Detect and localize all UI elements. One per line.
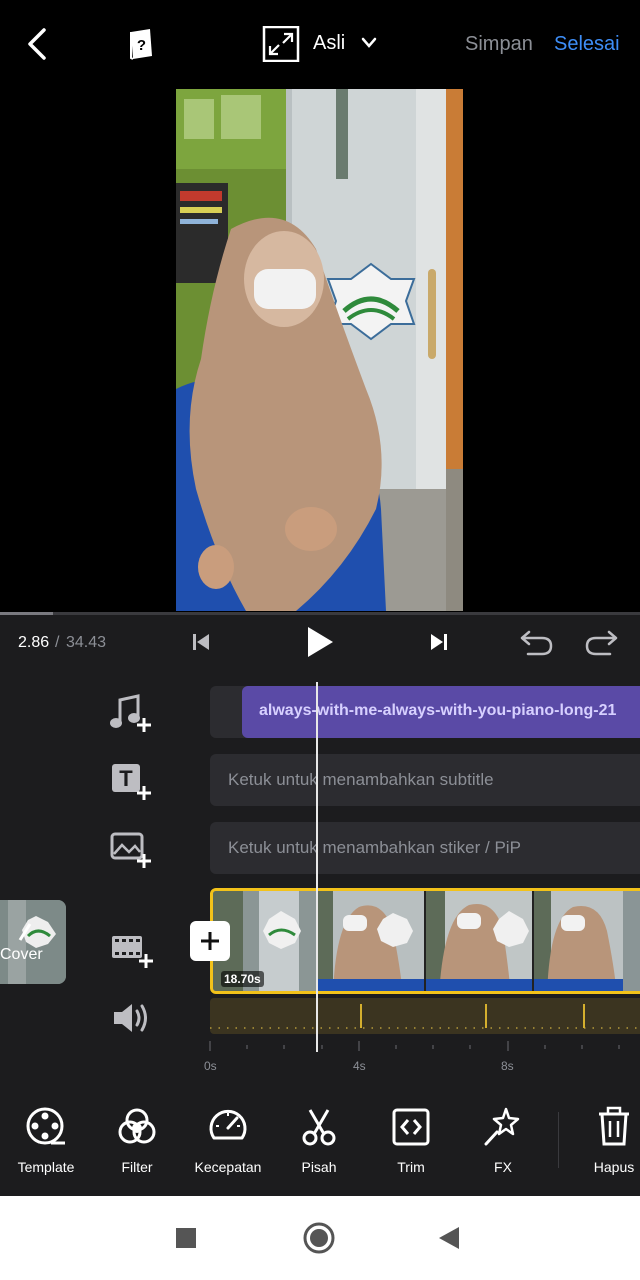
svg-text:?: ? bbox=[137, 37, 146, 54]
filter-circles-icon bbox=[118, 1108, 156, 1144]
tool-filter-label: Filter bbox=[121, 1159, 153, 1175]
undo-icon[interactable] bbox=[520, 628, 554, 656]
ruler-ticks bbox=[209, 1041, 620, 1051]
ruler-label-0: 0s bbox=[204, 1059, 217, 1073]
cover-image bbox=[0, 900, 66, 984]
expand-arrows-icon[interactable] bbox=[262, 26, 300, 62]
skip-end-icon[interactable] bbox=[430, 632, 448, 652]
video-frame-image bbox=[176, 89, 463, 611]
tool-trim-label: Trim bbox=[397, 1159, 425, 1175]
timeline-ruler: 0s 4s 8s bbox=[200, 1037, 640, 1077]
help-book-icon[interactable]: ? bbox=[126, 26, 156, 62]
tool-speed[interactable]: Kecepatan bbox=[182, 1096, 274, 1196]
magic-star-icon bbox=[484, 1107, 520, 1146]
playback-progress-track[interactable] bbox=[0, 612, 640, 615]
recent-apps-icon[interactable] bbox=[175, 1227, 197, 1249]
sticker-placeholder: Ketuk untuk menambahkan stiker / PiP bbox=[228, 838, 521, 857]
ruler-label-4: 4s bbox=[353, 1059, 366, 1073]
video-preview[interactable] bbox=[0, 88, 640, 612]
audio-waveform bbox=[210, 1004, 640, 1029]
add-clip-button[interactable] bbox=[190, 921, 230, 961]
film-reel-icon bbox=[26, 1107, 65, 1145]
add-music-icon[interactable] bbox=[108, 694, 154, 734]
video-thumbnails bbox=[213, 891, 640, 991]
top-bar: ? Asli Simpan Selesai bbox=[0, 0, 640, 88]
tool-trim[interactable]: Trim bbox=[365, 1096, 457, 1196]
home-icon[interactable] bbox=[303, 1222, 335, 1254]
skip-start-icon[interactable] bbox=[192, 632, 210, 652]
current-time: 2.86 bbox=[18, 634, 50, 651]
time-separator: / bbox=[55, 634, 60, 651]
back-icon[interactable] bbox=[438, 1226, 460, 1250]
tool-fx[interactable]: FX bbox=[457, 1096, 549, 1196]
chevron-down-icon[interactable] bbox=[360, 36, 378, 50]
subtitle-track[interactable]: Ketuk untuk menambahkan subtitle bbox=[210, 754, 640, 806]
trash-icon bbox=[599, 1106, 629, 1146]
play-icon[interactable] bbox=[306, 626, 334, 658]
sticker-track[interactable]: Ketuk untuk menambahkan stiker / PiP bbox=[210, 822, 640, 874]
tool-split[interactable]: Pisah bbox=[273, 1096, 365, 1196]
toolbar-divider bbox=[558, 1112, 559, 1168]
video-frame bbox=[176, 89, 463, 611]
clip-duration: 18.70s bbox=[221, 971, 264, 987]
tool-split-label: Pisah bbox=[301, 1159, 337, 1175]
redo-icon[interactable] bbox=[584, 628, 618, 656]
tool-delete[interactable]: Hapus bbox=[568, 1096, 640, 1196]
total-time: 34.43 bbox=[66, 634, 107, 651]
tool-fx-label: FX bbox=[494, 1159, 512, 1175]
system-nav-bar bbox=[0, 1196, 640, 1280]
tool-delete-label: Hapus bbox=[593, 1159, 635, 1175]
plus-icon bbox=[201, 932, 219, 950]
save-button[interactable]: Simpan bbox=[465, 33, 533, 56]
trim-brackets-icon bbox=[392, 1108, 430, 1146]
add-video-clip-icon[interactable] bbox=[108, 930, 154, 970]
music-clip[interactable]: always-with-me-always-with-you-piano-lon… bbox=[242, 686, 640, 738]
video-clip-strip[interactable]: 18.70s bbox=[210, 888, 640, 994]
tool-filter[interactable]: Filter bbox=[91, 1096, 183, 1196]
aspect-ratio-label[interactable]: Asli bbox=[313, 32, 345, 55]
add-text-icon[interactable]: T bbox=[108, 762, 154, 802]
music-clip-label: always-with-me-always-with-you-piano-lon… bbox=[259, 702, 617, 719]
done-button[interactable]: Selesai bbox=[554, 33, 620, 56]
subtitle-placeholder: Ketuk untuk menambahkan subtitle bbox=[228, 770, 494, 789]
tool-template-label: Template bbox=[17, 1159, 75, 1175]
tool-template[interactable]: Template bbox=[0, 1096, 92, 1196]
original-audio-track[interactable] bbox=[210, 998, 640, 1034]
scissors-icon bbox=[302, 1109, 336, 1146]
chevron-left-icon[interactable] bbox=[22, 26, 54, 62]
bottom-toolbar: Template Filter Kecepatan Pisah Trim FX … bbox=[0, 1096, 640, 1196]
ruler-label-8: 8s bbox=[501, 1059, 514, 1073]
svg-text:T: T bbox=[119, 766, 133, 791]
volume-icon[interactable] bbox=[108, 998, 154, 1038]
speedometer-icon bbox=[209, 1109, 247, 1140]
playhead[interactable] bbox=[316, 682, 318, 1052]
add-sticker-icon[interactable] bbox=[108, 830, 154, 870]
tool-speed-label: Kecepatan bbox=[194, 1159, 262, 1175]
cover-label: Cover bbox=[0, 946, 43, 963]
playback-progress-fill bbox=[0, 612, 54, 615]
cover-thumbnail[interactable]: Cover bbox=[0, 900, 66, 984]
